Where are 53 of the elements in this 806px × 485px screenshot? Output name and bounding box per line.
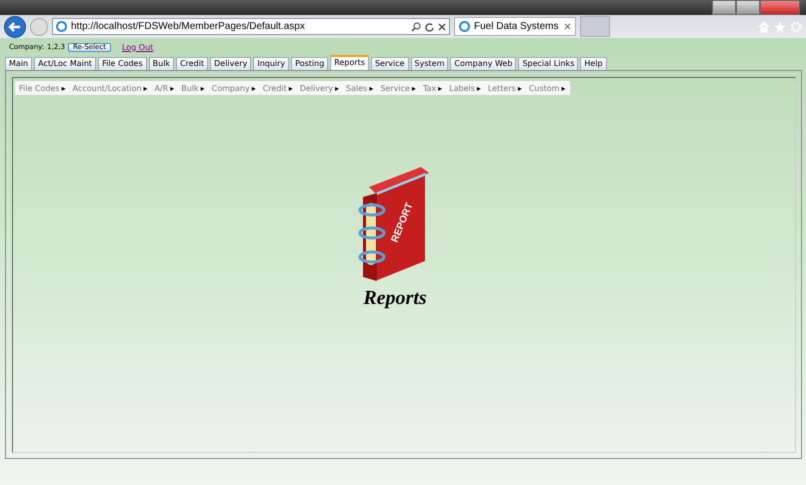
nav-tab[interactable]: Help	[580, 57, 607, 70]
logout-link[interactable]: Log Out	[122, 42, 154, 52]
close-icon[interactable]	[564, 23, 571, 30]
menu-item[interactable]: A/R ▸	[154, 84, 174, 92]
submenu-arrow: ▸	[170, 84, 174, 92]
menu-item[interactable]: Account/Location ▸	[72, 84, 148, 92]
menu-item[interactable]: Tax ▸	[422, 84, 442, 92]
nav-tab[interactable]: Credit	[176, 57, 208, 70]
close-button[interactable]	[760, 0, 800, 15]
browser-tab[interactable]: Fuel Data Systems	[454, 17, 576, 36]
submenu-arrow: ▸	[561, 84, 566, 92]
address-bar[interactable]: http://localhost/FDSWeb/MemberPages/Default.aspx	[52, 18, 450, 35]
nav-tab[interactable]: Service	[370, 57, 409, 70]
menu-item[interactable]: Company ▸	[212, 84, 256, 92]
submenu-arrow: ▸	[143, 84, 148, 92]
menu-item[interactable]: Letters ▸	[488, 84, 522, 92]
refresh-icon[interactable]	[425, 22, 434, 32]
menu-item[interactable]: Sales ▸	[346, 84, 374, 92]
menu-item[interactable]: Delivery ▸	[300, 84, 340, 92]
menu-item[interactable]: Custom ▸	[528, 84, 566, 92]
menu-item[interactable]: Bulk ▸	[181, 84, 205, 92]
submenu-arrow: ▸	[438, 84, 442, 92]
back-arrow-icon[interactable]	[4, 16, 26, 38]
submenu-arrow: ▸	[200, 84, 205, 92]
close-icon[interactable]	[438, 22, 446, 30]
page-title: Reports	[363, 287, 427, 310]
submenu-arrow: ▸	[369, 84, 374, 92]
submenu-arrow: ▸	[288, 84, 293, 92]
restore-button[interactable]	[736, 0, 760, 15]
search-icon[interactable]	[411, 22, 421, 32]
nav-tab[interactable]: File Codes	[98, 57, 147, 70]
submenu-arrow: ▸	[252, 84, 256, 92]
menu-item[interactable]: File Codes ▸	[19, 84, 66, 92]
submenu-arrow: ▸	[335, 84, 340, 92]
nav-tab[interactable]: Reports	[330, 55, 369, 70]
nav-tab[interactable]: Bulk	[148, 57, 174, 70]
menu-item[interactable]: Labels ▸	[449, 84, 481, 92]
submenu-arrow: ▸	[412, 84, 416, 92]
nav-tab[interactable]: Inquiry	[253, 57, 290, 70]
submenu-arrow: ▸	[518, 84, 522, 92]
nav-tab[interactable]: Company Web	[450, 57, 516, 70]
submenu-arrow: ▸	[476, 84, 481, 92]
nav-tab[interactable]: Main	[5, 57, 32, 70]
submenu-arrow: ▸	[62, 84, 66, 92]
nav-tab[interactable]: Posting	[291, 57, 328, 70]
menu-item[interactable]: Service ▸	[380, 84, 416, 92]
star-icon[interactable]	[774, 20, 786, 32]
nav-tab[interactable]: System	[410, 57, 448, 70]
menu-item[interactable]: Credit ▸	[262, 84, 293, 92]
minimize-button[interactable]	[712, 0, 736, 15]
nav-tab[interactable]: Delivery	[210, 57, 252, 70]
nav-tab[interactable]: Special Links	[518, 57, 578, 70]
nav-tab[interactable]: Act/Loc Maint	[34, 57, 96, 70]
